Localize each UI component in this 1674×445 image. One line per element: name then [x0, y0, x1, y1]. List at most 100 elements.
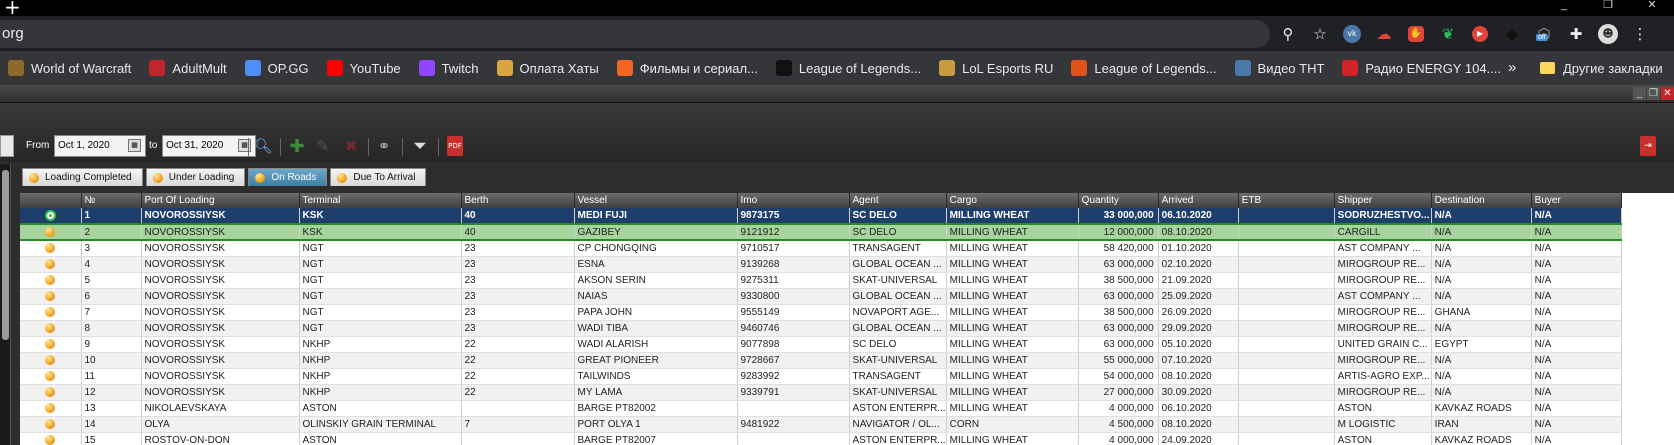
other-bookmarks[interactable]: Другие закладки	[1540, 51, 1663, 85]
bookmark-item[interactable]: LoL Esports RU	[939, 60, 1053, 76]
column-header[interactable]: Vessel	[574, 193, 738, 208]
extension-cube-icon[interactable]: ◆	[1500, 22, 1524, 46]
extension-off-icon[interactable]: ⬡off	[1532, 22, 1556, 46]
minimize-icon[interactable]: _	[1542, 0, 1586, 16]
column-header[interactable]: Destination	[1431, 193, 1532, 208]
app-restore-icon[interactable]: ❐	[1647, 87, 1660, 100]
column-header[interactable]: Arrived	[1158, 193, 1239, 208]
row-indicator[interactable]	[20, 208, 82, 225]
star-icon[interactable]: ☆	[1308, 22, 1332, 46]
bookmark-item[interactable]: Фильмы и сериал...	[616, 60, 758, 76]
row-indicator[interactable]	[20, 400, 82, 417]
table-row[interactable]: 2 NOVOROSSIYSK KSK 40 GAZIBEY 9121912 SC DELO M…	[20, 223, 1622, 241]
pdf-export-icon[interactable]: PDF	[447, 136, 463, 156]
bookmark-item[interactable]: Радио ENERGY 104....	[1342, 60, 1501, 76]
bookmark-item[interactable]: Видео ТНТ	[1234, 60, 1324, 76]
row-indicator[interactable]	[20, 304, 82, 321]
column-header[interactable]: Shipper	[1334, 193, 1432, 208]
table-row[interactable]: 8 NOVOROSSIYSK NGT 23 WADI TIBA 9460746 GLOBAL…	[20, 320, 1622, 337]
tab-on-roads[interactable]: On Roads	[248, 168, 328, 186]
column-header[interactable]: №	[81, 193, 142, 208]
add-icon[interactable]: ✚	[287, 136, 307, 157]
app-close-icon[interactable]: ✕	[1661, 87, 1674, 100]
adblock-icon[interactable]: ✋	[1404, 22, 1428, 46]
bookmark-item[interactable]: Оплата Хаты	[496, 60, 599, 76]
filter-icon[interactable]: ⏷	[410, 136, 430, 156]
restore-icon[interactable]: ❐	[1586, 0, 1630, 16]
row-indicator[interactable]	[20, 432, 82, 445]
column-header[interactable]: Buyer	[1531, 193, 1622, 208]
cloud-icon[interactable]: ☁	[1372, 22, 1396, 46]
menu-dots-icon[interactable]: ⋮	[1628, 22, 1652, 46]
export-icon[interactable]: ⇥	[1640, 136, 1656, 156]
bookmark-item[interactable]: World of Warcraft	[8, 60, 131, 76]
row-indicator[interactable]	[20, 368, 82, 385]
zoom-icon[interactable]: ⚲	[1276, 22, 1300, 46]
address-bar[interactable]: org	[0, 20, 1270, 48]
close-icon[interactable]: ✕	[1630, 0, 1674, 16]
table-row[interactable]: 15 ROSTOV-ON-DON ASTON BARGE PT82007 ASTON E…	[20, 432, 1622, 445]
tab-loading-completed[interactable]: Loading Completed	[22, 168, 143, 186]
tab-label: On Roads	[271, 172, 317, 183]
row-indicator[interactable]	[20, 223, 82, 241]
column-header[interactable]: Berth	[461, 193, 575, 208]
vk-icon[interactable]: vk	[1340, 22, 1364, 46]
tab-due-to-arrival[interactable]: Due To Arrival	[330, 168, 427, 186]
table-row[interactable]: 10 NOVOROSSIYSK NKHP 22 GREAT PIONEER 9728667…	[20, 352, 1622, 369]
filter-combo[interactable]	[0, 135, 14, 157]
table-row[interactable]: 6 NOVOROSSIYSK NGT 23 NAIAS 9330800 GLOBAL OCE…	[20, 288, 1622, 305]
edit-icon[interactable]: ✎	[313, 136, 333, 156]
tab-under-loading[interactable]: Under Loading	[145, 168, 246, 186]
left-scrollbar[interactable]	[0, 164, 11, 445]
column-header[interactable]: Quantity	[1078, 193, 1159, 208]
puzzle-icon[interactable]: ✚	[1564, 22, 1588, 46]
column-header[interactable]: Imo	[737, 193, 850, 208]
table-row[interactable]: 9 NOVOROSSIYSK NKHP 22 WADI ALARISH 9077898 SC…	[20, 336, 1622, 353]
table-row[interactable]: 13 NIKOLAEVSKAYA ASTON BARGE PT82002 ASTON E…	[20, 400, 1622, 417]
bookmark-item[interactable]: Twitch	[418, 60, 479, 76]
table-row[interactable]: 7 NOVOROSSIYSK NGT 23 PAPA JOHN 9555149 NOVAPO…	[20, 304, 1622, 321]
row-indicator[interactable]	[20, 272, 82, 289]
calendar-icon[interactable]: ▦	[238, 139, 251, 152]
column-header[interactable]: Agent	[849, 193, 947, 208]
video-downloader-icon[interactable]: ▶	[1468, 22, 1492, 46]
column-header[interactable]: Terminal	[299, 193, 462, 208]
table-row[interactable]: 11 NOVOROSSIYSK NKHP 22 TAILWINDS 9283992 TRAN…	[20, 368, 1622, 385]
link-icon[interactable]: ⚭	[374, 136, 394, 156]
date-from-input[interactable]: Oct 1, 2020 ▦	[54, 135, 146, 157]
table-row[interactable]: 3 NOVOROSSIYSK NGT 23 CP CHONGQING 9710517 TRA…	[20, 240, 1622, 257]
table-row[interactable]: 12 NOVOROSSIYSK NKHP 22 MY LAMA 9339791 SKAT-U…	[20, 384, 1622, 401]
column-header[interactable]: Port Of Loading	[141, 193, 300, 208]
calendar-icon[interactable]: ▦	[128, 139, 141, 152]
row-indicator[interactable]	[20, 320, 82, 337]
bookmark-item[interactable]: League of Legends...	[775, 60, 921, 76]
row-indicator[interactable]	[20, 384, 82, 401]
date-to-input[interactable]: Oct 31, 2020 ▦	[162, 135, 256, 157]
column-header[interactable]: Cargo	[946, 193, 1079, 208]
column-header[interactable]: ETB	[1238, 193, 1335, 208]
table-row[interactable]: 4 NOVOROSSIYSK NGT 23 ESNA 9139268 GLOBAL OCEA…	[20, 256, 1622, 273]
table-cell	[1238, 352, 1335, 369]
row-indicator[interactable]	[20, 352, 82, 369]
app-minimize-icon[interactable]: _	[1633, 87, 1646, 100]
row-indicator[interactable]	[20, 416, 82, 433]
table-row[interactable]: 5 NOVOROSSIYSK NGT 23 AKSON SERIN 9275311 SKAT…	[20, 272, 1622, 289]
bookmark-item[interactable]: League of Legends...	[1071, 60, 1217, 76]
table-row[interactable]: 1 NOVOROSSIYSK KSK 40 MEDI FUJI 9873175 SC DEL…	[20, 208, 1622, 225]
evernote-icon[interactable]: ❦	[1436, 22, 1460, 46]
column-chooser-icon[interactable]: ▦	[1646, 194, 1656, 204]
row-indicator[interactable]	[20, 256, 82, 273]
bookmarks-more-icon[interactable]: »	[1508, 51, 1516, 85]
table-row[interactable]: 14 OLYA OLINSKIY GRAIN TERMINAL 7 PORT OLYA …	[20, 416, 1622, 433]
search-icon[interactable]: 🔍︎	[253, 136, 273, 156]
scrollbar-thumb[interactable]	[2, 170, 9, 340]
row-indicator[interactable]	[20, 336, 82, 353]
bookmark-item[interactable]: YouTube	[326, 60, 401, 76]
bookmark-item[interactable]: AdultMult	[149, 60, 227, 76]
delete-icon[interactable]: ✖	[341, 136, 361, 156]
bookmark-item[interactable]: OP.GG	[244, 60, 309, 76]
profile-avatar[interactable]: ☻	[1596, 22, 1620, 46]
row-indicator[interactable]	[20, 288, 82, 305]
table-cell: 9339791	[737, 384, 850, 401]
row-indicator[interactable]	[20, 240, 82, 257]
